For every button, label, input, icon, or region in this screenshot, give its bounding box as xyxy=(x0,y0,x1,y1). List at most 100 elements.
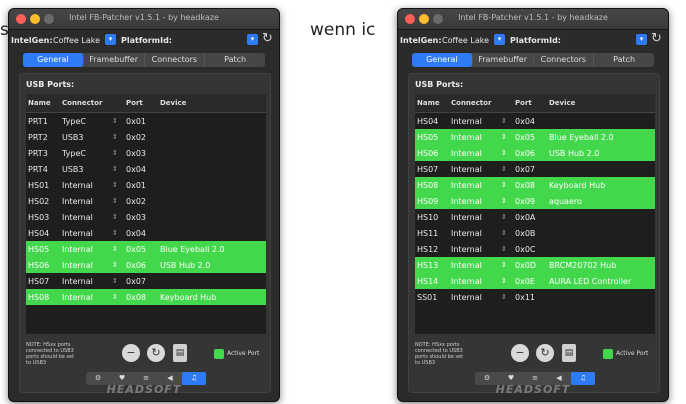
refresh-icon[interactable]: ↻ xyxy=(262,31,273,46)
connector-select[interactable]: Internal xyxy=(451,213,501,222)
column-header-name[interactable]: Name xyxy=(26,99,62,107)
connector-stepper-icon[interactable]: ⇕ xyxy=(112,181,126,189)
table-row[interactable]: HS07 Internal ⇕ 0x07 xyxy=(415,161,655,177)
table-row[interactable]: PRT1 TypeC ⇕ 0x01 xyxy=(26,113,266,129)
connector-stepper-icon[interactable]: ⇕ xyxy=(112,213,126,221)
export-icon[interactable]: ▤ xyxy=(562,344,576,362)
connector-stepper-icon[interactable]: ⇕ xyxy=(501,229,515,237)
table-row[interactable]: HS11 Internal ⇕ 0x0B xyxy=(415,225,655,241)
connector-select[interactable]: Internal xyxy=(451,261,501,270)
tab-general[interactable]: General xyxy=(23,53,84,67)
table-row[interactable]: HS05 Internal ⇕ 0x05 Blue Eyeball 2.0 xyxy=(26,241,266,257)
table-row[interactable]: HS06 Internal ⇕ 0x06 USB Hub 2.0 xyxy=(26,257,266,273)
column-header-name[interactable]: Name xyxy=(415,99,451,107)
refresh-ports-icon[interactable]: ↻ xyxy=(536,344,554,362)
connector-stepper-icon[interactable]: ⇕ xyxy=(501,245,515,253)
connector-stepper-icon[interactable]: ⇕ xyxy=(112,261,126,269)
column-header-connector[interactable]: Connector xyxy=(62,99,112,107)
title-bar[interactable]: Intel FB-Patcher v1.5.1 - by headkaze xyxy=(398,9,668,30)
connector-select[interactable]: Internal xyxy=(62,293,112,302)
table-row[interactable]: PRT4 USB3 ⇕ 0x04 xyxy=(26,161,266,177)
connector-select[interactable]: TypeC xyxy=(62,149,112,158)
connector-stepper-icon[interactable]: ⇕ xyxy=(501,149,515,157)
connector-stepper-icon[interactable]: ⇕ xyxy=(112,117,126,125)
connector-select[interactable]: Internal xyxy=(451,149,501,158)
connector-stepper-icon[interactable]: ⇕ xyxy=(112,133,126,141)
table-row[interactable]: HS01 Internal ⇕ 0x01 xyxy=(26,177,266,193)
intelgen-select[interactable]: Coffee Lake xyxy=(442,36,489,45)
connector-select[interactable]: Internal xyxy=(62,197,112,206)
column-header-port[interactable]: Port xyxy=(126,99,160,107)
table-row[interactable]: SS01 Internal ⇕ 0x11 xyxy=(415,289,655,305)
connector-select[interactable]: Internal xyxy=(62,181,112,190)
connector-stepper-icon[interactable]: ⇕ xyxy=(112,229,126,237)
connector-select[interactable]: Internal xyxy=(451,229,501,238)
column-header-device[interactable]: Device xyxy=(549,99,655,107)
tab-general[interactable]: General xyxy=(412,53,473,67)
table-row[interactable]: HS13 Internal ⇕ 0x0D BRCM20702 Hub xyxy=(415,257,655,273)
tab-connectors[interactable]: Connectors xyxy=(145,53,206,67)
connector-select[interactable]: Internal xyxy=(451,245,501,254)
table-row[interactable]: HS02 Internal ⇕ 0x02 xyxy=(26,193,266,209)
connector-stepper-icon[interactable]: ⇕ xyxy=(112,293,126,301)
connector-stepper-icon[interactable]: ⇕ xyxy=(501,197,515,205)
connector-stepper-icon[interactable]: ⇕ xyxy=(501,293,515,301)
tab-patch[interactable]: Patch xyxy=(205,53,265,67)
connector-select[interactable]: Internal xyxy=(62,261,112,270)
tab-connectors[interactable]: Connectors xyxy=(534,53,595,67)
tab-framebuffer[interactable]: Framebuffer xyxy=(84,53,145,67)
connector-stepper-icon[interactable]: ⇕ xyxy=(501,133,515,141)
platformid-dropdown-icon[interactable]: ▾ xyxy=(247,34,258,45)
column-header-port[interactable]: Port xyxy=(515,99,549,107)
table-row[interactable]: HS12 Internal ⇕ 0x0C xyxy=(415,241,655,257)
table-row[interactable]: HS04 Internal ⇕ 0x04 xyxy=(415,113,655,129)
connector-stepper-icon[interactable]: ⇕ xyxy=(501,213,515,221)
connector-select[interactable]: TypeC xyxy=(62,117,112,126)
table-row[interactable]: PRT3 TypeC ⇕ 0x03 xyxy=(26,145,266,161)
table-row[interactable]: HS05 Internal ⇕ 0x05 Blue Eyeball 2.0 xyxy=(415,129,655,145)
table-row[interactable]: HS08 Internal ⇕ 0x08 Keyboard Hub xyxy=(415,177,655,193)
connector-select[interactable]: Internal xyxy=(62,213,112,222)
export-icon[interactable]: ▤ xyxy=(173,344,187,362)
table-row[interactable]: HS04 Internal ⇕ 0x04 xyxy=(26,225,266,241)
table-row[interactable]: HS08 Internal ⇕ 0x08 Keyboard Hub xyxy=(26,289,266,305)
refresh-icon[interactable]: ↻ xyxy=(651,31,662,46)
column-header-device[interactable]: Device xyxy=(160,99,266,107)
connector-select[interactable]: Internal xyxy=(451,117,501,126)
usb-ports-table[interactable]: Name Connector Port Device HS04 Internal ⇕… xyxy=(415,94,655,334)
intelgen-dropdown-icon[interactable]: ▾ xyxy=(494,34,505,45)
table-row[interactable]: HS07 Internal ⇕ 0x07 xyxy=(26,273,266,289)
table-row[interactable]: PRT2 USB3 ⇕ 0x02 xyxy=(26,129,266,145)
intelgen-dropdown-icon[interactable]: ▾ xyxy=(105,34,116,45)
platformid-dropdown-icon[interactable]: ▾ xyxy=(636,34,647,45)
connector-stepper-icon[interactable]: ⇕ xyxy=(112,245,126,253)
connector-stepper-icon[interactable]: ⇕ xyxy=(112,165,126,173)
table-row[interactable]: HS06 Internal ⇕ 0x06 USB Hub 2.0 xyxy=(415,145,655,161)
title-bar[interactable]: Intel FB-Patcher v1.5.1 - by headkaze xyxy=(9,9,279,30)
connector-stepper-icon[interactable]: ⇕ xyxy=(112,149,126,157)
table-row[interactable]: HS14 Internal ⇕ 0x0E AURA LED Controller xyxy=(415,273,655,289)
connector-select[interactable]: Internal xyxy=(451,165,501,174)
connector-stepper-icon[interactable]: ⇕ xyxy=(501,165,515,173)
tab-framebuffer[interactable]: Framebuffer xyxy=(473,53,534,67)
connector-select[interactable]: USB3 xyxy=(62,133,112,142)
connector-stepper-icon[interactable]: ⇕ xyxy=(501,277,515,285)
column-header-connector[interactable]: Connector xyxy=(451,99,501,107)
connector-stepper-icon[interactable]: ⇕ xyxy=(112,197,126,205)
remove-icon[interactable]: − xyxy=(122,344,140,362)
remove-icon[interactable]: − xyxy=(511,344,529,362)
connector-select[interactable]: USB3 xyxy=(62,165,112,174)
connector-select[interactable]: Internal xyxy=(451,277,501,286)
tab-patch[interactable]: Patch xyxy=(594,53,654,67)
connector-stepper-icon[interactable]: ⇕ xyxy=(501,181,515,189)
intelgen-select[interactable]: Coffee Lake xyxy=(53,36,100,45)
connector-select[interactable]: Internal xyxy=(62,277,112,286)
connector-select[interactable]: Internal xyxy=(451,293,501,302)
connector-stepper-icon[interactable]: ⇕ xyxy=(501,117,515,125)
connector-stepper-icon[interactable]: ⇕ xyxy=(112,277,126,285)
connector-select[interactable]: Internal xyxy=(62,229,112,238)
connector-stepper-icon[interactable]: ⇕ xyxy=(501,261,515,269)
usb-ports-table[interactable]: Name Connector Port Device PRT1 TypeC ⇕ 0x0… xyxy=(26,94,266,334)
table-row[interactable]: HS09 Internal ⇕ 0x09 aquaero xyxy=(415,193,655,209)
table-row[interactable]: HS10 Internal ⇕ 0x0A xyxy=(415,209,655,225)
